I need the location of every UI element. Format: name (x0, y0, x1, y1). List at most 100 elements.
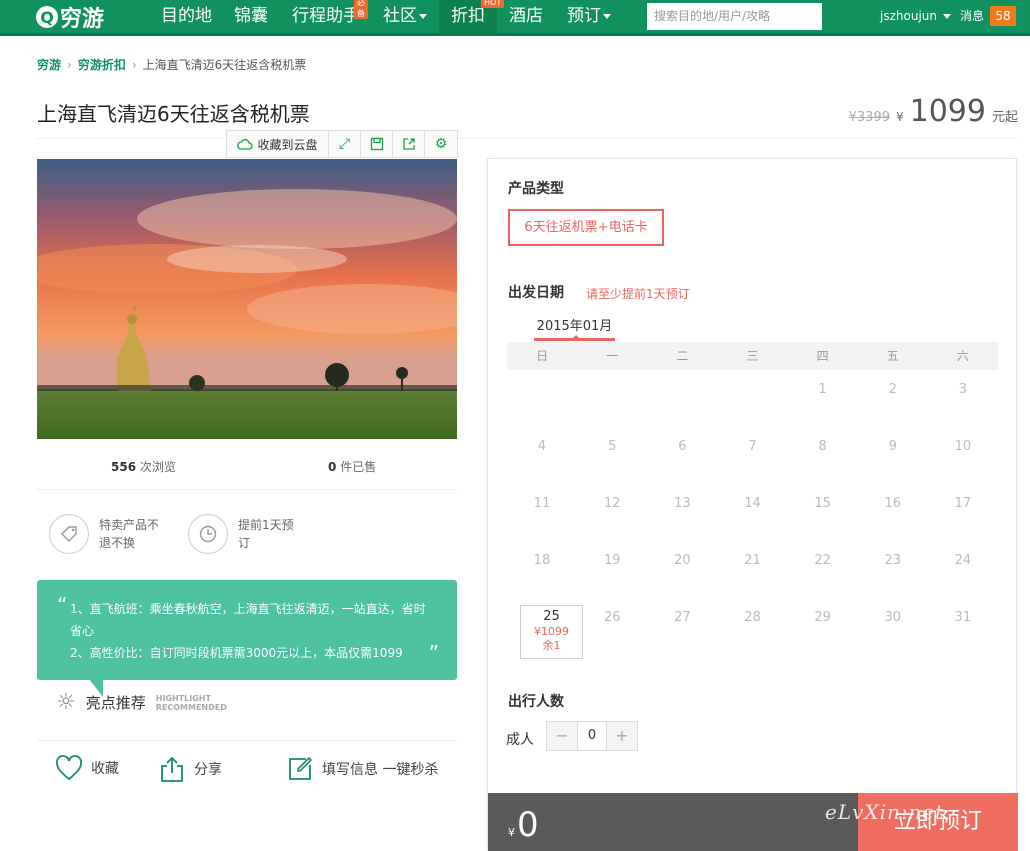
calendar-day: 22 (814, 553, 831, 568)
calendar-day: 11 (533, 496, 551, 511)
product-photo[interactable] (37, 159, 457, 439)
watermark: eLvXin.net (825, 800, 945, 824)
increment-button[interactable]: + (607, 722, 637, 750)
original-price: ¥3399 (848, 110, 890, 125)
stats-row: 556 次浏览 0 件已售 (37, 458, 457, 478)
calendar-day: 2 (888, 382, 897, 397)
product-option-button[interactable]: 6天往返机票+电话卡 (508, 209, 664, 246)
highlight-box: “ 1、直飞航班：乘坐春秋航空，上海直飞往返清迈，一站直达，省时省心 2、高性价… (37, 580, 457, 680)
calendar-day: 4 (537, 439, 547, 454)
close-quote-icon: ” (428, 641, 439, 665)
page-title: 上海直飞清迈6天往返含税机票 (37, 102, 310, 126)
calendar-day: 24 (954, 553, 972, 568)
booking-panel: 产品类型 6天往返机票+电话卡 出发日期 请至少提前1天预订 2015年01月 … (487, 158, 1018, 851)
calendar-week: 18 19 20 21 22 23 24 (507, 541, 998, 598)
edit-icon (289, 756, 313, 780)
sold-count: 0 件已售 (328, 460, 377, 474)
messages-count-badge: 58 (990, 6, 1016, 26)
gear-icon: ⚙ (434, 136, 448, 152)
divider (37, 138, 1017, 139)
calendar-day: 14 (744, 496, 761, 511)
clock-icon (188, 514, 228, 554)
feature-no-refund: 特卖产品不退不换 (49, 514, 163, 554)
upload-share-icon (161, 756, 183, 782)
calendar-day: 18 (533, 553, 551, 568)
settings-button[interactable]: ⚙ (425, 131, 457, 157)
share-button[interactable] (393, 131, 425, 157)
selected-date-box[interactable]: 25 ¥1099 余1 (520, 605, 583, 659)
adult-label: 成人 (506, 732, 534, 748)
currency-symbol: ¥ (895, 110, 904, 124)
price-block: ¥3399 ¥ 1099 元起 (849, 94, 1018, 129)
highlight-line-2: 2、高性价比：自订同时段机票需3000元以上，本品仅需1099 (70, 646, 403, 660)
share-action-button[interactable]: 分享 (158, 755, 222, 783)
calendar-day: 3 (958, 382, 968, 397)
calendar-day: 30 (884, 610, 902, 625)
calendar-day: 9 (888, 439, 897, 454)
calendar-day: 16 (884, 496, 902, 511)
calendar-day: 31 (954, 610, 972, 625)
calendar-day: 8 (818, 439, 827, 454)
calendar-day: 15 (814, 496, 831, 511)
breadcrumb-home[interactable]: 穷游 (37, 58, 61, 72)
nav-trip-planner[interactable]: 行程助手 必备 (292, 0, 368, 33)
chevron-right-icon: › (67, 58, 72, 72)
favorite-button[interactable]: 收藏 (55, 755, 119, 781)
nav-hotels[interactable]: 酒店 (509, 0, 543, 33)
calendar-day-available[interactable]: 25 ¥1099 余1 (507, 598, 583, 659)
divider (37, 489, 457, 490)
search-input[interactable]: 搜索目的地/用户/攻略 (647, 3, 822, 30)
calendar-week: 11 12 13 14 15 16 17 (507, 484, 998, 541)
calendar-day: 23 (884, 553, 902, 568)
view-count: 556 次浏览 (111, 460, 176, 474)
fullscreen-button[interactable]: ⤢ (329, 131, 361, 157)
weekday-header: 日 一 二 三 四 五 六 (507, 342, 998, 370)
highlight-line-1: 1、直飞航班：乘坐春秋航空，上海直飞往返清迈，一站直达，省时省心 (70, 602, 426, 638)
messages-link[interactable]: 消息 (960, 0, 984, 33)
floppy-icon (370, 137, 383, 151)
price-unit: 元起 (991, 110, 1018, 125)
calendar-day: 6 (678, 439, 687, 454)
nav-booking[interactable]: 预订 (567, 0, 611, 33)
badge-hot: HOT (481, 0, 505, 8)
calendar-day: 13 (674, 496, 691, 511)
logo-q-icon: Q (36, 6, 58, 28)
calendar-day: 29 (814, 610, 831, 625)
calendar-day: 17 (954, 496, 972, 511)
fill-info-button[interactable]: 填写信息 一键秒杀 (286, 755, 438, 783)
calendar-week: 4 5 6 7 8 9 10 (507, 427, 998, 484)
calendar-day: 10 (954, 439, 972, 454)
calendar-day: 20 (674, 553, 691, 568)
share-out-icon (402, 138, 415, 150)
nav-guides[interactable]: 锦囊 (234, 0, 268, 33)
badge-essential: 必备 (354, 0, 368, 19)
calendar-day: 12 (603, 496, 621, 511)
calendar-day: 26 (603, 610, 621, 625)
travelers-title: 出行人数 (508, 694, 564, 710)
chevron-right-icon: › (131, 58, 137, 72)
nav-destinations[interactable]: 目的地 (161, 0, 212, 33)
site-logo[interactable]: Q 穷游 (36, 4, 104, 32)
breadcrumb-current: 上海直飞清迈6天往返含税机票 (142, 58, 307, 72)
breadcrumb-deals[interactable]: 穷游折扣 (78, 58, 126, 72)
divider (37, 740, 457, 741)
heart-icon (56, 755, 82, 781)
calendar-day: 5 (608, 439, 617, 454)
feature-advance-booking: 提前1天预订 (188, 514, 302, 554)
save-button[interactable] (361, 131, 393, 157)
booking-hint: 请至少提前1天预订 (586, 287, 690, 301)
nav-community[interactable]: 社区 (383, 0, 427, 33)
sunset-buddha-image (37, 159, 457, 439)
calendar-day: 27 (674, 610, 691, 625)
calendar-grid: 1 2 3 4 5 6 7 8 9 10 11 12 13 14 15 16 1… (507, 370, 998, 659)
expand-icon: ⤢ (338, 136, 351, 152)
decrement-button[interactable]: − (547, 722, 577, 750)
nav-deals[interactable]: 折扣 HOT (439, 0, 505, 33)
total-price: ¥ 0 (508, 805, 539, 845)
save-to-cloud-button[interactable]: 收藏到云盘 (227, 131, 329, 157)
user-menu[interactable]: jszhoujun (880, 0, 951, 33)
adult-count-input[interactable]: 0 (577, 722, 607, 750)
deal-price: 1099 (909, 94, 986, 129)
calendar-week: 1 2 3 (507, 370, 998, 427)
image-toolbar: 收藏到云盘 ⤢ ⚙ (226, 130, 458, 158)
